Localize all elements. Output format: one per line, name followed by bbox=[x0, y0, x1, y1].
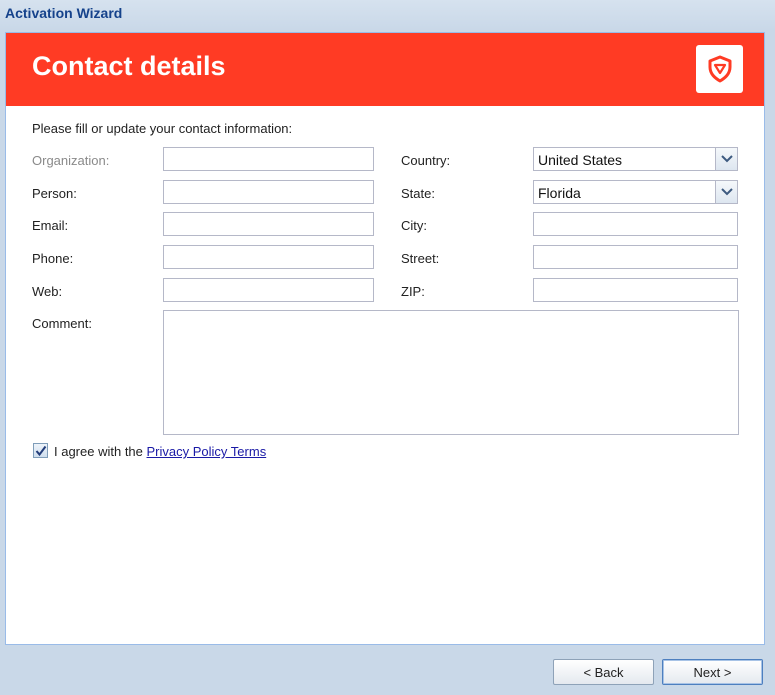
state-value: Florida bbox=[538, 185, 581, 201]
logo bbox=[696, 45, 743, 93]
state-select[interactable]: Florida bbox=[533, 180, 738, 204]
zip-field[interactable] bbox=[533, 278, 738, 302]
organization-label: Organization: bbox=[32, 153, 110, 168]
city-label: City: bbox=[401, 218, 427, 233]
person-field[interactable] bbox=[163, 180, 374, 204]
street-field[interactable] bbox=[533, 245, 738, 269]
web-label: Web: bbox=[32, 284, 63, 299]
title-bar: Activation Wizard bbox=[0, 0, 775, 30]
country-select[interactable]: United States bbox=[533, 147, 738, 171]
window-title: Activation Wizard bbox=[5, 5, 123, 21]
shield-icon bbox=[708, 55, 731, 83]
zip-label: ZIP: bbox=[401, 284, 425, 299]
country-value: United States bbox=[538, 152, 623, 168]
header-banner: Contact details bbox=[6, 33, 764, 106]
state-label: State: bbox=[401, 186, 435, 201]
agree-checkbox[interactable] bbox=[33, 443, 48, 458]
comment-textarea[interactable] bbox=[163, 310, 739, 435]
person-label: Person: bbox=[32, 186, 77, 201]
agree-label: I agree with the Privacy Policy Terms bbox=[54, 444, 267, 459]
back-button[interactable]: < Back bbox=[553, 659, 654, 685]
intro-text: Please fill or update your contact infor… bbox=[32, 121, 293, 136]
street-label: Street: bbox=[401, 251, 440, 266]
wizard-panel: Contact details Please fill or update yo… bbox=[5, 32, 765, 645]
page-title: Contact details bbox=[32, 51, 226, 81]
chevron-down-icon[interactable] bbox=[715, 148, 737, 170]
web-field[interactable] bbox=[163, 278, 374, 302]
next-button[interactable]: Next > bbox=[662, 659, 763, 685]
phone-field[interactable] bbox=[163, 245, 374, 269]
city-field[interactable] bbox=[533, 212, 738, 236]
privacy-policy-link[interactable]: Privacy Policy Terms bbox=[147, 444, 267, 459]
checkmark-icon bbox=[35, 445, 46, 456]
email-field[interactable] bbox=[163, 212, 374, 236]
organization-field[interactable] bbox=[163, 147, 374, 171]
email-label: Email: bbox=[32, 218, 69, 233]
comment-label: Comment: bbox=[32, 316, 92, 331]
phone-label: Phone: bbox=[32, 251, 74, 266]
country-label: Country: bbox=[401, 153, 451, 168]
chevron-down-icon[interactable] bbox=[715, 181, 737, 203]
